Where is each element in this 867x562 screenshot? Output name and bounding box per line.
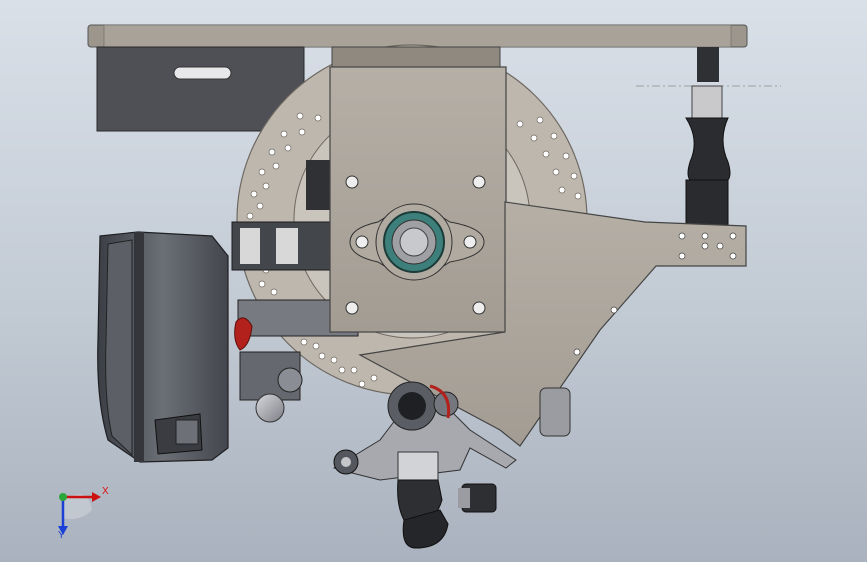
triad-x-label: X	[102, 486, 109, 497]
top-mounting-plate[interactable]	[87, 24, 748, 48]
center-bracket[interactable]	[329, 46, 507, 333]
right-standoff[interactable]	[636, 47, 781, 226]
triad-y-label: Y	[58, 530, 65, 541]
cad-model-canvas[interactable]	[0, 0, 867, 562]
left-housing[interactable]	[97, 231, 229, 463]
coordinate-triad-icon	[58, 492, 101, 535]
cad-viewport[interactable]: X Y	[0, 0, 867, 562]
